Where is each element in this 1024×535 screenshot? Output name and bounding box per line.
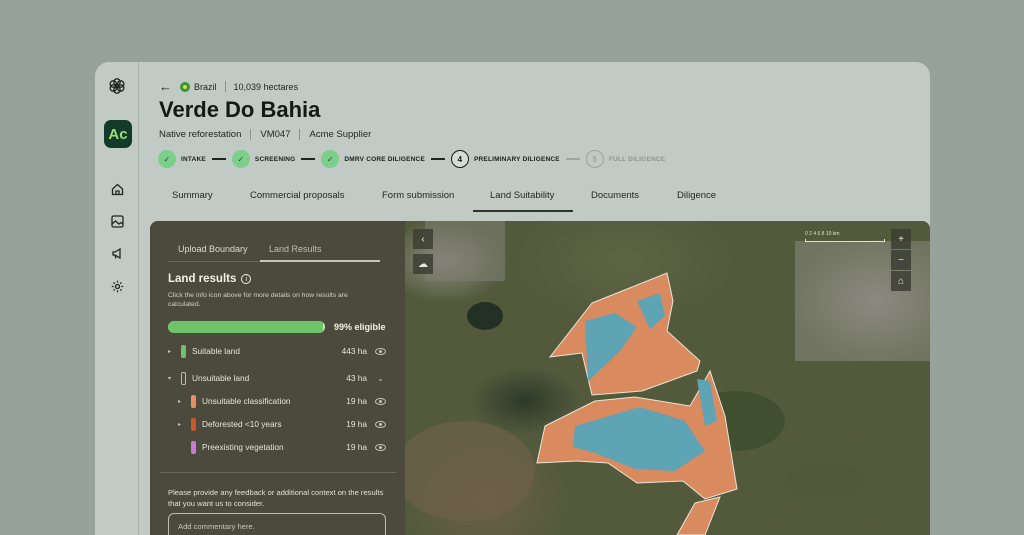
step-full-diligence[interactable]: 5 FULL DILIGENCE — [585, 150, 666, 168]
collapse-chevron-icon[interactable]: ‹ — [413, 229, 433, 249]
legend-swatch — [191, 417, 196, 431]
megaphone-icon[interactable] — [107, 243, 127, 263]
check-icon: ✓ — [158, 150, 176, 168]
project-type: Native reforestation — [159, 129, 242, 140]
parcel-north[interactable] — [548, 272, 701, 396]
tab-form-submission[interactable]: Form submission — [382, 190, 454, 201]
eligibility-progress-bar — [168, 321, 325, 333]
gallery-icon[interactable] — [107, 211, 127, 231]
active-subtab-indicator — [260, 260, 380, 262]
step-number: 4 — [450, 150, 469, 168]
step-dmrv-core-diligence[interactable]: ✓ DMRV CORE DILIGENCE — [321, 150, 425, 168]
land-result-label: Unsuitable land — [192, 373, 250, 383]
project-area: 10,039 hectares — [233, 81, 299, 92]
settings-gear-icon[interactable] — [107, 276, 127, 296]
eligibility-label: 99% eligible — [334, 322, 386, 332]
tab-documents[interactable]: Documents — [591, 190, 639, 201]
home-icon[interactable] — [107, 179, 127, 199]
land-result-value: 19 ha — [346, 396, 367, 406]
project-methodology: VM047 — [260, 129, 291, 140]
results-sidebar: Upload Boundary Land Results Land result… — [150, 221, 405, 535]
home-view-icon[interactable]: ⌂ — [891, 271, 911, 291]
tab-diligence[interactable]: Diligence — [677, 190, 716, 201]
project-supplier: Acme Supplier — [309, 129, 372, 140]
subtab-land-results[interactable]: Land Results — [269, 244, 322, 254]
zoom-in-button[interactable]: + — [891, 229, 911, 249]
land-result-label: Preexisting vegetation — [202, 442, 284, 452]
parcel-southeast[interactable] — [676, 496, 721, 535]
expand-caret-icon[interactable]: ▸ — [178, 421, 186, 428]
info-icon[interactable]: i — [241, 274, 252, 284]
subtab-upload-boundary[interactable]: Upload Boundary — [178, 244, 248, 254]
land-result-row[interactable]: ▸ Unsuitable classification 19 ha — [168, 393, 386, 409]
step-screening[interactable]: ✓ SCREENING — [231, 150, 295, 168]
land-result-value: 43 ha — [346, 373, 367, 383]
page-title: Verde Do Bahia — [159, 97, 321, 122]
land-result-value: 443 ha — [341, 346, 367, 356]
back-arrow-icon[interactable]: ← — [159, 79, 172, 94]
project-meta: Native reforestation VM047 Acme Supplier — [159, 129, 371, 140]
step-number: 5 — [585, 150, 604, 168]
commentary-input[interactable]: Add commentary here. — [168, 513, 386, 535]
land-result-value: 19 ha — [346, 442, 367, 452]
legend-swatch — [191, 394, 196, 408]
diligence-stepper: ✓ INTAKE ✓ SCREENING ✓ DMRV CORE DILIGEN… — [158, 150, 665, 168]
tab-land-suitability[interactable]: Land Suitability — [490, 190, 554, 201]
check-icon: ✓ — [231, 150, 250, 168]
main-content: ← Brazil 10,039 hectares Verde Do Bahia … — [140, 62, 930, 535]
eye-icon[interactable] — [375, 347, 386, 355]
expand-caret-icon[interactable]: ▸ — [178, 398, 186, 405]
tab-commercial-proposals[interactable]: Commercial proposals — [250, 190, 345, 201]
brazil-flag-icon — [180, 81, 190, 92]
legend-swatch — [181, 371, 186, 385]
legend-swatch — [181, 344, 186, 358]
eye-icon[interactable] — [375, 443, 386, 451]
active-tab-indicator — [473, 210, 573, 212]
feedback-prompt: Please provide any feedback or additiona… — [168, 488, 384, 508]
step-preliminary-diligence[interactable]: 4 PRELIMINARY DILIGENCE — [450, 150, 560, 168]
chevron-down-icon[interactable]: ⌄ — [375, 374, 386, 383]
cloud-upload-icon[interactable]: ☁ — [413, 254, 433, 274]
land-result-value: 19 ha — [346, 419, 367, 429]
project-tabs: Summary Commercial proposals Form submis… — [160, 182, 760, 212]
step-intake[interactable]: ✓ INTAKE — [158, 150, 206, 168]
land-result-label: Unsuitable classification — [202, 396, 291, 406]
legend-swatch — [191, 440, 196, 454]
land-result-row[interactable]: ▸ Suitable land 443 ha — [168, 343, 386, 359]
land-result-row[interactable]: Preexisting vegetation 19 ha — [168, 439, 386, 455]
zoom-out-button[interactable]: − — [891, 250, 911, 270]
land-result-row[interactable]: ▸ Deforested <10 years 19 ha — [168, 416, 386, 432]
org-avatar[interactable]: Ac — [104, 120, 132, 148]
app-window: Ac ← Brazil 10,039 hectares Verde Do Bah… — [95, 62, 930, 535]
nav-rail: Ac — [95, 62, 139, 535]
eye-icon[interactable] — [375, 397, 386, 405]
map-scale: 0 2 4 6 8 10 km — [805, 231, 885, 242]
eye-icon[interactable] — [375, 420, 386, 428]
land-results-heading: Land results i — [168, 273, 252, 285]
land-suitability-panel: Upload Boundary Land Results Land result… — [150, 221, 930, 535]
breadcrumb: ← Brazil 10,039 hectares — [159, 79, 298, 94]
project-country: Brazil — [194, 81, 217, 92]
check-icon: ✓ — [321, 150, 340, 168]
land-results-description: Click the info icon above for more detai… — [168, 292, 348, 308]
land-result-label: Suitable land — [192, 346, 240, 356]
brand-flower-icon[interactable] — [107, 76, 127, 96]
expand-caret-icon[interactable]: ▸ — [168, 348, 176, 355]
land-result-row[interactable]: ▾ Unsuitable land 43 ha ⌄ — [168, 370, 386, 386]
tab-summary[interactable]: Summary — [172, 190, 213, 201]
expand-caret-icon[interactable]: ▾ — [168, 375, 176, 382]
satellite-map[interactable]: ‹ ☁ + − ⌂ 0 2 4 6 8 10 km — [405, 221, 930, 535]
land-result-label: Deforested <10 years — [202, 419, 282, 429]
